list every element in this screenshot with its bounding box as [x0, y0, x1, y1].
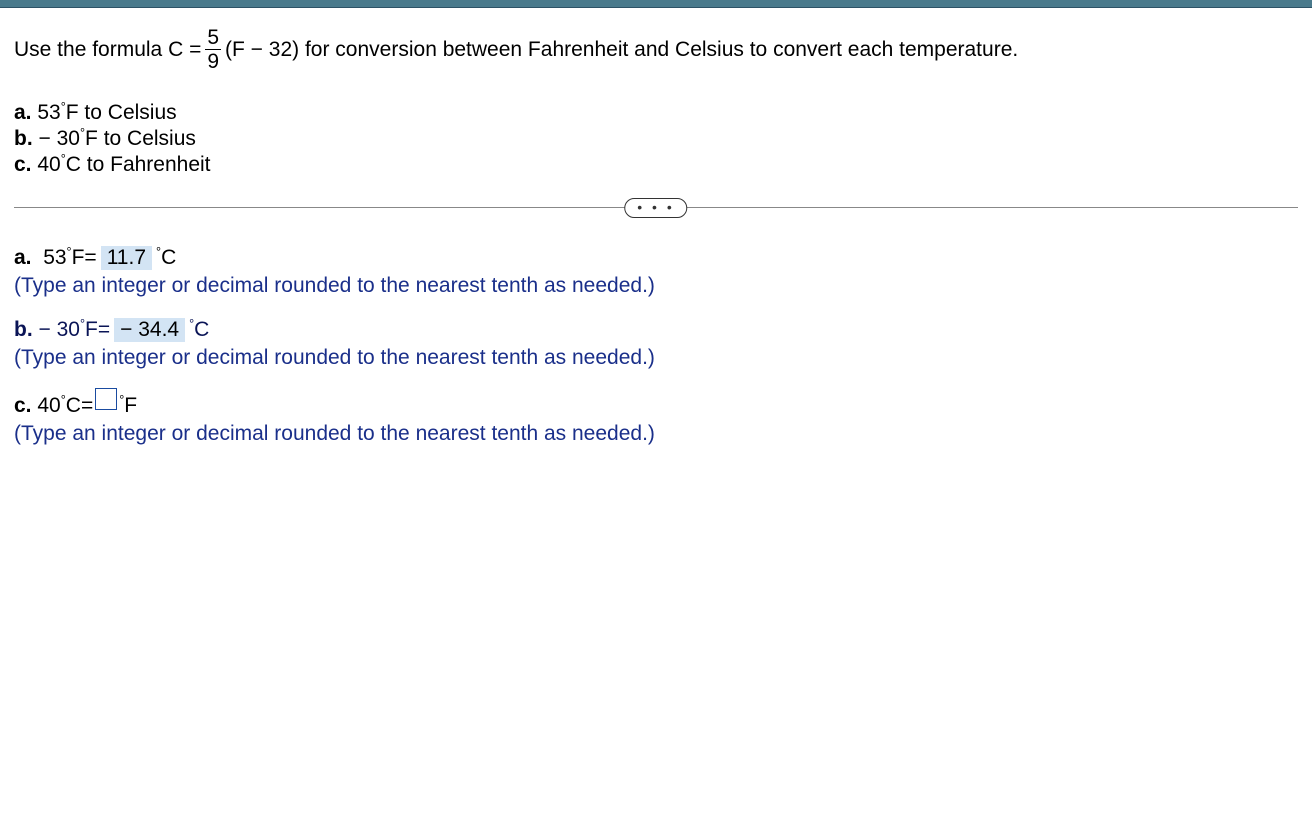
answer-b-rhs-unit: °C: [189, 318, 209, 342]
question-intro: Use the formula C = 5 9 (F − 32) for con…: [14, 26, 1298, 73]
answer-c-block: c. 40°C = °F (Type an integer or decimal…: [14, 390, 1298, 446]
answer-c-label: c.: [14, 394, 32, 418]
answer-b-eq: =: [98, 318, 110, 342]
answer-a-rhs-unit: °C: [156, 246, 176, 270]
answer-b-lhs: − 30°F: [39, 318, 98, 342]
answer-a-value[interactable]: 11.7: [101, 246, 152, 270]
answer-b-hint: (Type an integer or decimal rounded to t…: [14, 346, 1298, 370]
fraction-denominator: 9: [205, 49, 221, 73]
sub-parts-list: a. 53°F to Celsius b. − 30°F to Celsius …: [14, 101, 1298, 177]
part-b: b. − 30°F to Celsius: [14, 127, 1298, 151]
part-a: a. 53°F to Celsius: [14, 101, 1298, 125]
part-b-text: − 30°F to Celsius: [39, 127, 196, 150]
answer-b-line: b. − 30°F = − 34.4 °C: [14, 318, 1298, 342]
answer-a-hint: (Type an integer or decimal rounded to t…: [14, 274, 1298, 298]
part-a-text: 53°F to Celsius: [37, 101, 176, 124]
fraction-numerator: 5: [205, 26, 221, 49]
question-content: Use the formula C = 5 9 (F − 32) for con…: [0, 8, 1312, 446]
section-divider: • • •: [14, 207, 1298, 208]
top-bar: [0, 0, 1312, 8]
answer-c-hint: (Type an integer or decimal rounded to t…: [14, 422, 1298, 446]
part-c-label: c.: [14, 153, 32, 176]
part-c-text: 40°C to Fahrenheit: [37, 153, 210, 176]
intro-post: (F − 32) for conversion between Fahrenhe…: [225, 38, 1018, 62]
part-a-label: a.: [14, 101, 32, 124]
answer-c-input[interactable]: [95, 388, 117, 410]
part-c: c. 40°C to Fahrenheit: [14, 153, 1298, 177]
answer-b-label: b.: [14, 318, 33, 342]
answer-a-lhs: 53°F: [43, 246, 84, 270]
answer-a-eq: =: [84, 246, 96, 270]
answer-c-lhs: 40°C: [37, 394, 81, 418]
answer-c-rhs-unit: °F: [119, 394, 137, 418]
answer-b-block: b. − 30°F = − 34.4 °C (Type an integer o…: [14, 318, 1298, 370]
answer-a-line: a. 53°F = 11.7 °C: [14, 246, 1298, 270]
answer-a-block: a. 53°F = 11.7 °C (Type an integer or de…: [14, 246, 1298, 298]
fraction: 5 9: [205, 26, 221, 73]
part-b-label: b.: [14, 127, 33, 150]
answer-a-label: a.: [14, 246, 32, 270]
expand-dots-button[interactable]: • • •: [624, 198, 687, 218]
intro-pre: Use the formula C =: [14, 38, 201, 62]
answers-section: a. 53°F = 11.7 °C (Type an integer or de…: [14, 246, 1298, 446]
answer-c-line: c. 40°C = °F: [14, 390, 1298, 418]
answer-b-value[interactable]: − 34.4: [114, 318, 185, 342]
answer-c-eq: =: [81, 394, 93, 418]
